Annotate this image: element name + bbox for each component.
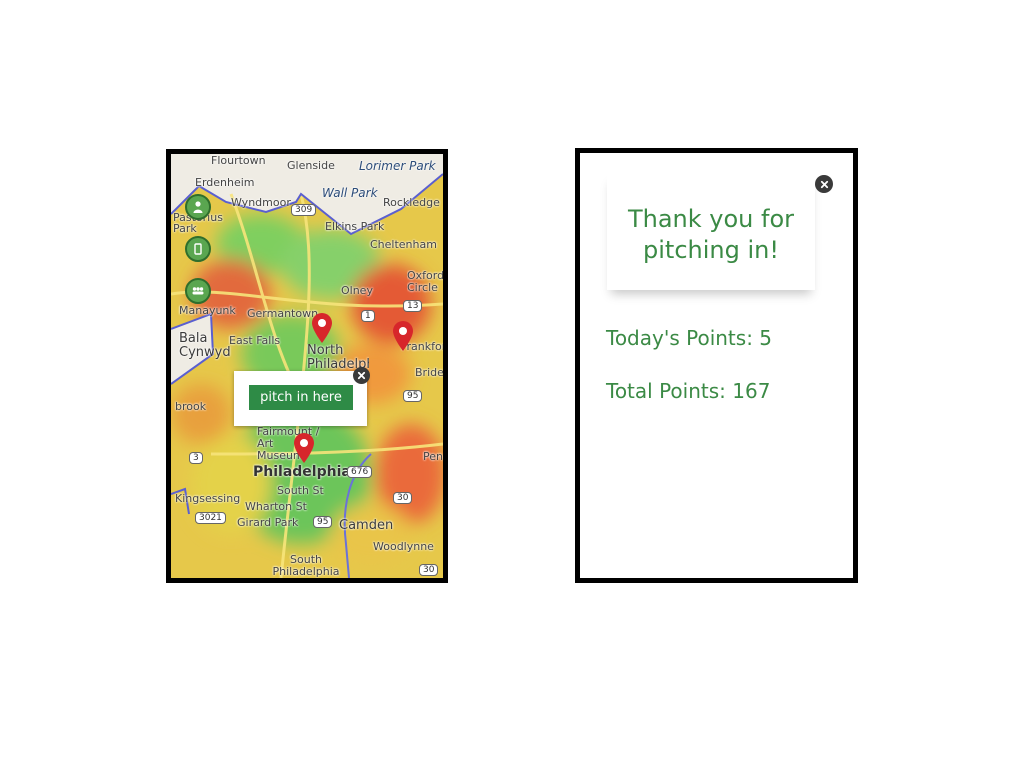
map-label-olney: Olney [341, 284, 373, 297]
map-screen: Flourtown Glenside Lorimer Park Erdenhei… [166, 149, 448, 583]
map-label-rockledge: Rockledge [383, 196, 440, 209]
map-label-girard-park: Girard Park [237, 516, 299, 529]
map-label-manayunk: Manayunk [179, 304, 236, 317]
map-label-woodlynne: Woodlynne [373, 540, 434, 553]
close-icon [357, 371, 366, 380]
map-label-south-philadelphia: South Philadelphia [272, 553, 340, 578]
map-label-wall-park: Wall Park [322, 186, 378, 200]
map-label-penn: Pen [423, 450, 443, 463]
thanks-close-button[interactable] [815, 175, 833, 193]
map-label-brook: brook [175, 400, 207, 413]
route-shield: 1 [361, 310, 375, 322]
route-shield: 30 [419, 564, 439, 576]
person-icon [193, 201, 203, 213]
route-shield: 30 [393, 492, 413, 504]
map-pin-marker[interactable] [392, 320, 414, 352]
map-label-glenside: Glenside [287, 159, 335, 172]
route-shield: 95 [403, 390, 423, 402]
map-label-bala-cynwyd: Bala Cynwyd [179, 331, 231, 360]
todays-points: Today's Points: 5 [606, 326, 773, 350]
map-label-cheltenham: Cheltenham [370, 238, 437, 251]
route-shield: 95 [313, 516, 333, 528]
group-icon [192, 287, 204, 295]
map-label-kingsessing: Kingsessing [175, 492, 241, 505]
popup-close-button[interactable] [353, 367, 370, 384]
map-popup: pitch in here [234, 371, 367, 426]
map-label-wyndmoor: Wyndmoor [231, 196, 291, 209]
map-label-philadelphia: Philadelphia [253, 464, 351, 480]
pitch-in-here-button[interactable]: pitch in here [249, 385, 353, 410]
map-pin-marker[interactable] [311, 312, 333, 344]
map-label-erdenheim: Erdenheim [195, 176, 255, 189]
map-label-germantown: Germantown [247, 307, 319, 320]
group-filter-button[interactable] [185, 278, 211, 304]
thanks-screen: Thank you for pitching in! Today's Point… [575, 148, 858, 583]
map-label-south-st: South St [277, 484, 324, 497]
thanks-card: Thank you for pitching in! [607, 172, 815, 290]
route-shield: 309 [291, 204, 317, 216]
map-label-east-falls: East Falls [229, 334, 281, 347]
trash-can-filter-button[interactable] [185, 236, 211, 262]
map-pin-marker[interactable] [293, 432, 315, 464]
thanks-title: Thank you for pitching in! [627, 205, 795, 264]
total-points: Total Points: 167 [606, 379, 771, 403]
map-label-elkins-park: Elkins Park [325, 220, 385, 233]
map-label-camden: Camden [339, 518, 394, 533]
route-shield: 3 [189, 452, 203, 464]
trash-can-icon [194, 243, 202, 255]
map-label-lorimer-park: Lorimer Park [359, 159, 436, 173]
map-label-oxford-circle: Oxford Circle [407, 270, 443, 294]
person-filter-button[interactable] [185, 194, 211, 220]
map-label-bridesburg: Brides [415, 366, 448, 379]
route-shield: 676 [347, 466, 373, 478]
close-icon [820, 180, 828, 188]
route-shield: 13 [403, 300, 423, 312]
route-shield: 3021 [195, 512, 226, 524]
map-label-wharton: Wharton St [245, 500, 307, 513]
map-label-flourtown: Flourtown [211, 154, 266, 167]
